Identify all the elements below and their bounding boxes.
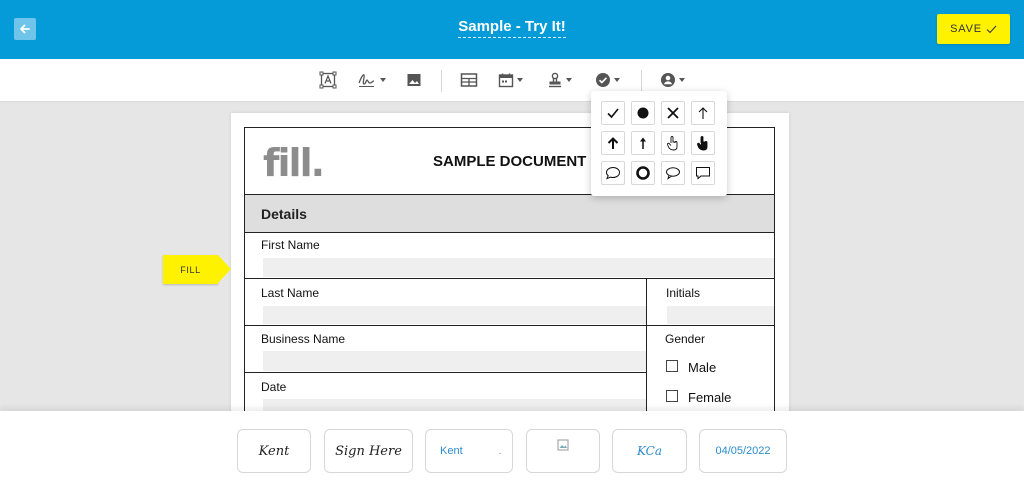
- mark-arrow-up-thin-option[interactable]: [691, 101, 715, 125]
- mark-speech-oval-option[interactable]: [661, 161, 685, 185]
- text-box-icon: [319, 71, 337, 89]
- arrow-up-thin-icon: [698, 107, 708, 119]
- mark-dot-option[interactable]: [631, 101, 655, 125]
- mark-speech-round-option[interactable]: [601, 161, 625, 185]
- signature-icon: [358, 74, 375, 87]
- save-button[interactable]: SAVE: [937, 14, 1010, 44]
- stamp-tool[interactable]: [547, 70, 572, 90]
- initials-item-kca[interactable]: KCa: [612, 429, 687, 473]
- mark-arrow-up-bold-option[interactable]: [601, 131, 625, 155]
- toolbar-divider: [441, 70, 442, 92]
- image-tool[interactable]: [406, 70, 422, 90]
- check-circle-icon: [596, 73, 610, 87]
- chevron-down-icon: [614, 78, 620, 82]
- last-name-label: Last Name: [261, 286, 320, 300]
- x-icon: [667, 107, 679, 119]
- arrow-up-bold-icon: [607, 137, 619, 149]
- date-label: Date: [261, 380, 287, 394]
- mark-speech-square-option[interactable]: [691, 161, 715, 185]
- calendar-icon: [498, 73, 514, 88]
- initials-label: Initials: [666, 286, 701, 300]
- male-checkbox[interactable]: [666, 360, 678, 372]
- last-name-input[interactable]: [263, 306, 646, 324]
- male-label: Male: [688, 360, 717, 375]
- ring-icon: [636, 166, 650, 180]
- signature-tool[interactable]: [357, 70, 386, 90]
- mark-hand-solid-option[interactable]: [691, 131, 715, 155]
- table-tool[interactable]: [460, 70, 478, 90]
- image-icon: [407, 74, 421, 86]
- mark-hand-outline-option[interactable]: [661, 131, 685, 155]
- female-label: Female: [688, 390, 732, 405]
- text-item-kent[interactable]: Kent .: [425, 429, 513, 473]
- business-name-label: Business Name: [261, 332, 346, 346]
- initials-input[interactable]: [667, 306, 774, 324]
- mark-circle-option[interactable]: [631, 161, 655, 185]
- mark-palette-dropdown: [591, 91, 727, 196]
- tool-toolbar: [0, 59, 1024, 102]
- chevron-down-icon: [380, 78, 386, 82]
- gender-label: Gender: [665, 332, 706, 346]
- female-checkbox[interactable]: [666, 390, 678, 402]
- arrow-up-icon: [640, 137, 646, 149]
- speech-bubble-round-icon: [605, 166, 621, 180]
- speech-bubble-oval-icon: [666, 167, 680, 180]
- date-tool[interactable]: [498, 70, 523, 90]
- signature-item-sign-here[interactable]: Sign Here: [324, 429, 413, 473]
- mark-arrow-up-option[interactable]: [631, 131, 655, 155]
- chevron-down-icon: [679, 78, 685, 82]
- first-name-label: First Name: [261, 238, 320, 252]
- first-name-input[interactable]: [263, 258, 774, 277]
- chevron-down-icon: [566, 78, 572, 82]
- check-icon: [607, 108, 619, 119]
- mark-check-option[interactable]: [601, 101, 625, 125]
- signature-item-kent[interactable]: Kent: [237, 429, 311, 473]
- stamp-icon: [549, 72, 561, 88]
- divider: [245, 325, 774, 326]
- business-name-input[interactable]: [263, 351, 646, 371]
- text-tool[interactable]: [319, 70, 337, 90]
- hand-pointer-solid-icon: [697, 136, 708, 151]
- fill-logo: fill.: [263, 141, 325, 185]
- speech-bubble-square-icon: [696, 167, 710, 180]
- user-tool[interactable]: [660, 70, 685, 90]
- document-title[interactable]: Sample - Try It!: [0, 18, 1024, 38]
- checkmark-tool[interactable]: [595, 70, 620, 90]
- hand-pointer-outline-icon: [667, 136, 678, 151]
- toolbar-divider: [641, 70, 642, 92]
- divider: [245, 372, 646, 373]
- saved-items-tray: Kent Sign Here Kent . KCa 04/05/2022: [0, 411, 1024, 485]
- image-item[interactable]: [526, 429, 600, 473]
- divider: [245, 278, 774, 279]
- broken-image-icon: [557, 439, 569, 451]
- document-heading: SAMPLE DOCUMENT: [433, 153, 587, 170]
- user-circle-icon: [661, 73, 675, 87]
- fill-indicator-tag[interactable]: FILL: [163, 255, 231, 284]
- details-section-header: Details: [245, 194, 774, 233]
- date-item[interactable]: 04/05/2022: [699, 429, 787, 473]
- check-icon: [986, 25, 997, 33]
- table-icon: [460, 73, 478, 87]
- filled-circle-icon: [637, 107, 649, 119]
- chevron-down-icon: [517, 78, 523, 82]
- mark-x-option[interactable]: [661, 101, 685, 125]
- app-header: Sample - Try It! SAVE: [0, 0, 1024, 59]
